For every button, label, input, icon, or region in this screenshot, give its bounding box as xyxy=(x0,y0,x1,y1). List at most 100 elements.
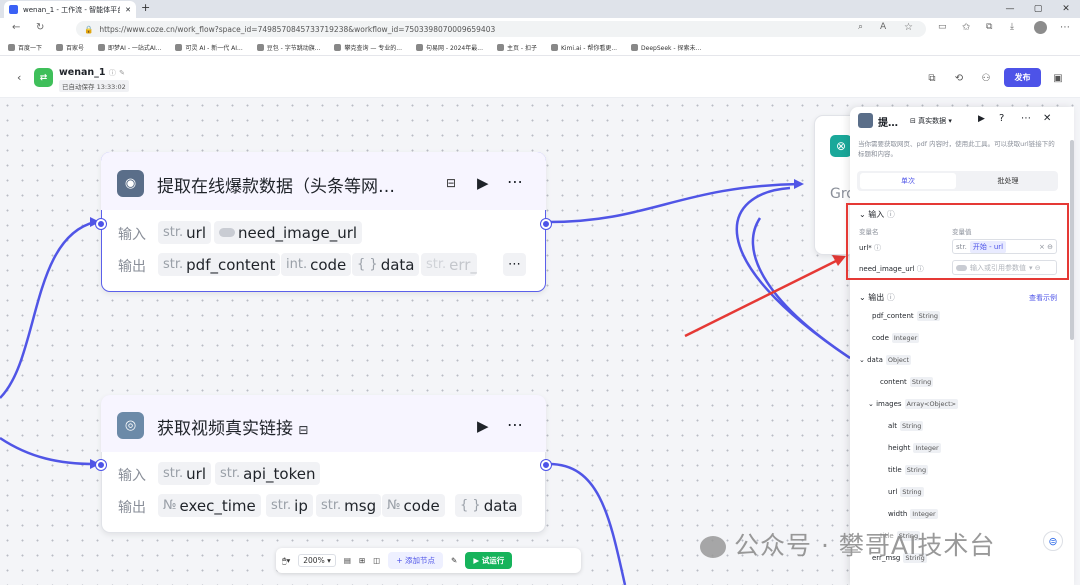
layout-icon[interactable]: ▣ xyxy=(1050,70,1066,86)
node1-more-outputs-icon[interactable]: ⋯ xyxy=(503,253,526,276)
node1-output-chip: str. pdf_content xyxy=(158,253,281,276)
zoom-icon[interactable]: ⌕ xyxy=(858,22,863,32)
bookmarks-bar: 百度一下 百家号 即梦AI - 一站式AI... 可灵 AI - 新一代 AI... 豆… xyxy=(0,40,1080,56)
bookmark-item[interactable]: 豆包 - 字节跳动旗... xyxy=(256,43,320,52)
bookmark-label: 可灵 AI - 新一代 AI... xyxy=(185,45,243,52)
panel-description: 当你需要获取网页、pdf 内容时，使用此工具。可以获取url链接下的标题和内容。 xyxy=(858,140,1055,158)
bookmark-item[interactable]: 主页 - 扣子 xyxy=(496,43,537,52)
add-node-button[interactable]: + 添加节点 xyxy=(388,552,444,569)
maximize-icon[interactable]: ▢ xyxy=(1024,0,1052,18)
url-text: https://www.coze.cn/work_flow?space_id=7… xyxy=(99,24,496,34)
bookmark-item[interactable]: 百度一下 xyxy=(8,43,42,52)
panel-scrollbar[interactable] xyxy=(1070,140,1074,340)
plugin-avatar-icon: ◉ xyxy=(117,170,144,197)
bookmark-label: Kimi.ai - 帮你看更... xyxy=(560,45,618,52)
autosave-status: 已自动保存 13:33:02 xyxy=(59,80,129,92)
bookmark-label: 句易网 - 2024年最... xyxy=(426,45,483,52)
bookmark-label: 即梦AI - 一站式AI... xyxy=(108,45,162,52)
bookmark-item[interactable]: 可灵 AI - 新一代 AI... xyxy=(175,43,243,52)
bookmark-favicon-icon xyxy=(334,44,342,51)
bookmark-item[interactable]: 即梦AI - 一站式AI... xyxy=(98,43,161,52)
output-item: title String xyxy=(888,465,929,475)
edge-node1-out xyxy=(548,182,801,224)
test-run-button[interactable]: ▶ 试运行 xyxy=(465,552,513,569)
workflow-logo-icon: ⇄ xyxy=(34,68,53,87)
collaborator-icon[interactable]: ⚇ xyxy=(978,70,994,86)
node2-input-port[interactable] xyxy=(96,460,106,470)
annotation-arrowhead xyxy=(832,255,846,266)
browser-tab[interactable]: wenan_1 - 工作流 - 智能体平台 ✕ xyxy=(4,1,136,18)
copy-icon[interactable]: ⧉ xyxy=(924,70,940,86)
node1-output-chip: int. code xyxy=(281,253,352,276)
batch-icon[interactable]: ⊟ xyxy=(446,176,456,190)
workflow-title: wenan_1 ⓘ ✎ xyxy=(59,67,126,78)
batch-icon[interactable]: ⊟ xyxy=(298,423,308,437)
node2-output-label: 输出 xyxy=(118,500,146,516)
bookmark-item[interactable]: 百家号 xyxy=(56,43,84,52)
url-input[interactable]: 🔒 https://www.coze.cn/work_flow?space_id… xyxy=(76,21,926,37)
new-tab-icon[interactable]: + xyxy=(141,1,150,14)
bookmark-favicon-icon xyxy=(256,44,264,51)
back-icon[interactable]: ← xyxy=(12,22,20,33)
app-header xyxy=(0,56,1080,98)
favorites-icon[interactable]: ✩ xyxy=(962,22,970,33)
bookmark-favicon-icon xyxy=(56,44,64,51)
bookmark-label: 百家号 xyxy=(66,45,85,52)
split-screen-icon[interactable]: ▭ xyxy=(938,22,947,32)
panel-close-icon[interactable]: ✕ xyxy=(1043,113,1051,124)
mouse-mode-icon[interactable]: 🖱▾ xyxy=(282,556,290,566)
data-mode-select[interactable]: ⊟ 真实数据 ▾ xyxy=(910,116,952,126)
output-item: url String xyxy=(888,487,924,497)
node1-title: 提取在线爆款数据（头条等网… xyxy=(157,177,395,197)
bookmark-favicon-icon xyxy=(175,44,183,51)
tab-single[interactable]: 单次 xyxy=(860,173,956,189)
help-icon[interactable]: ? xyxy=(999,113,1004,124)
read-aloud-icon[interactable]: A xyxy=(880,22,886,32)
bookmark-item[interactable]: Kimi.ai - 帮你看更... xyxy=(550,43,618,52)
zoom-select[interactable]: 200% ▾ xyxy=(298,554,336,567)
history-icon[interactable]: ⟲ xyxy=(951,70,967,86)
video-plugin-icon: ◎ xyxy=(117,412,144,439)
highlight-box xyxy=(846,203,1069,280)
info-icon[interactable]: ⓘ xyxy=(109,69,116,77)
close-window-icon[interactable]: ✕ xyxy=(1052,0,1080,18)
comment-icon[interactable]: ▤ xyxy=(344,556,351,565)
panel-run-icon[interactable]: ▶ xyxy=(978,114,985,124)
node2-output-port[interactable] xyxy=(541,460,551,470)
more-menu-icon[interactable]: ⋯ xyxy=(1060,22,1070,33)
node1-input-port[interactable] xyxy=(96,219,106,229)
node2-input-chip: str. url xyxy=(158,462,211,485)
minimap-icon[interactable]: ◫ xyxy=(373,556,380,565)
node1-input-label: 输入 xyxy=(118,227,146,243)
downloads-icon[interactable]: ⤓ xyxy=(1010,22,1014,32)
profile-avatar[interactable] xyxy=(1034,21,1047,34)
refresh-icon[interactable]: ↻ xyxy=(36,22,44,33)
edit-icon[interactable]: ✎ xyxy=(119,69,125,77)
publish-button[interactable]: 发布 xyxy=(1004,68,1041,87)
node2-run-icon[interactable]: ▶ xyxy=(477,417,489,435)
toggle-icon xyxy=(219,228,235,237)
collections-icon[interactable]: ⧉ xyxy=(986,22,992,32)
debug-icon[interactable]: ✎ xyxy=(451,556,457,565)
node1-output-port[interactable] xyxy=(541,219,551,229)
favorite-star-icon[interactable]: ☆ xyxy=(904,22,913,33)
node2-more-icon[interactable]: ⋯ xyxy=(507,415,523,434)
close-tab-icon[interactable]: ✕ xyxy=(125,6,131,14)
grid-layout-icon[interactable]: ⊞ xyxy=(359,556,365,565)
tab-batch[interactable]: 批处理 xyxy=(960,173,1056,189)
node1-more-icon[interactable]: ⋯ xyxy=(507,172,523,191)
minimize-icon[interactable]: — xyxy=(996,0,1024,18)
bookmark-item[interactable]: DeepSeek - 探索未... xyxy=(631,43,701,52)
bookmark-item[interactable]: 句易网 - 2024年最... xyxy=(416,43,483,52)
panel-more-icon[interactable]: ⋯ xyxy=(1021,113,1031,124)
view-example-link[interactable]: 查看示例 xyxy=(1029,293,1057,303)
bookmark-item[interactable]: 攀克查询 — 专业的... xyxy=(334,43,402,52)
node1-output-chip: str. err_ xyxy=(421,253,477,276)
node1-run-icon[interactable]: ▶ xyxy=(477,174,489,192)
back-chevron-icon[interactable]: ‹ xyxy=(17,71,21,84)
assistant-float-icon[interactable]: ⊜ xyxy=(1043,531,1063,551)
bookmark-label: 主页 - 扣子 xyxy=(506,45,537,52)
output-item[interactable]: ⌄ images Array<Object> xyxy=(859,399,1059,422)
output-section-header[interactable]: ⌄ 输出 ⓘ xyxy=(859,292,895,303)
output-item[interactable]: ⌄ data Object xyxy=(859,355,1059,378)
